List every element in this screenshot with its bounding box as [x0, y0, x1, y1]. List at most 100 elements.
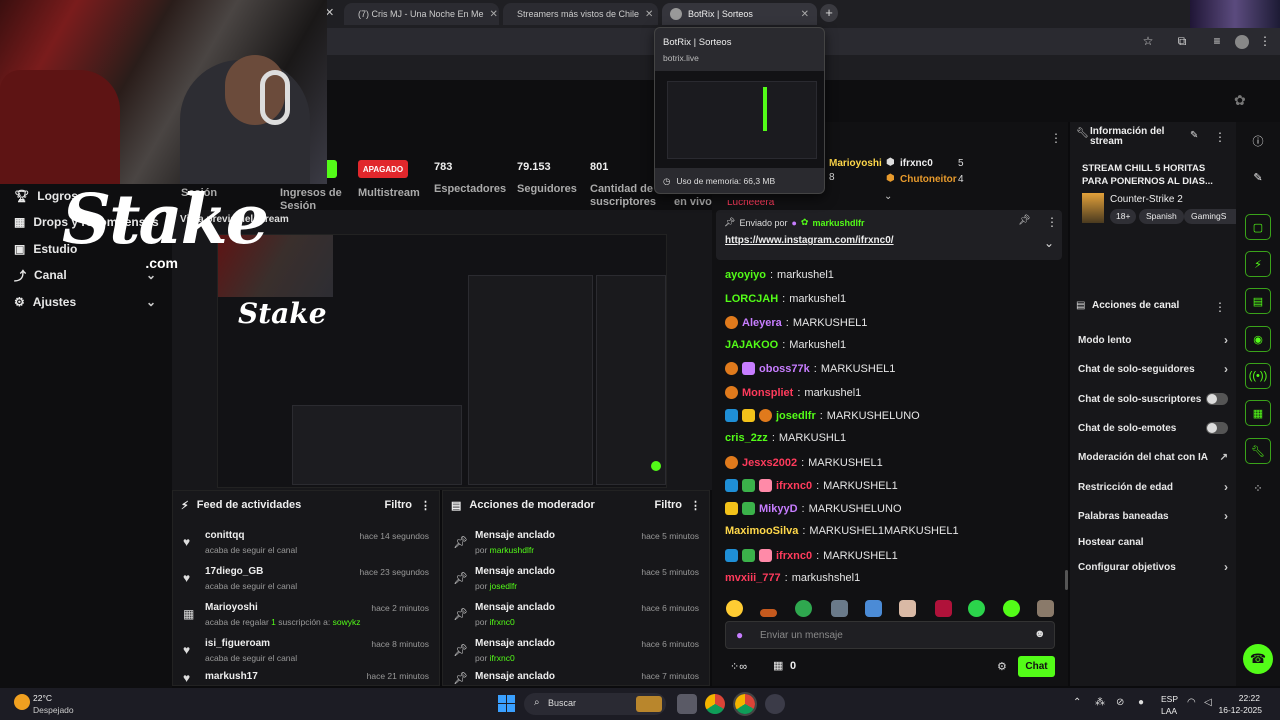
chat-user[interactable]: MikyyD: [759, 503, 798, 515]
emote-icon[interactable]: [831, 600, 848, 617]
action-configurar-objetivos[interactable]: Configurar objetivos ›: [1078, 557, 1228, 577]
emoji-icon[interactable]: ☻: [1034, 628, 1046, 640]
points-icon[interactable]: ⁘∞: [730, 660, 747, 673]
extensions-icon[interactable]: ⧉: [1173, 32, 1191, 50]
chat-user[interactable]: JAJAKOO: [725, 339, 778, 351]
bolt-icon[interactable]: ⚡︎: [1245, 251, 1271, 277]
close-icon[interactable]: ✕: [490, 9, 498, 20]
task-view-icon[interactable]: [677, 694, 697, 714]
sidebar-item-ajustes[interactable]: ⚙ Ajustes ⌄: [14, 292, 156, 312]
top-gifter-name[interactable]: Chutoneitor: [900, 174, 957, 185]
language-code[interactable]: ESP: [1161, 694, 1178, 704]
windows-start-icon[interactable]: [498, 695, 515, 712]
new-tab-button[interactable]: +: [820, 4, 838, 22]
browser-tab-botrix[interactable]: BotRix | Sorteos ✕: [662, 3, 817, 25]
chrome-icon[interactable]: [705, 694, 725, 714]
edit-icon[interactable]: ✎: [1190, 130, 1198, 141]
chat-user[interactable]: LORCJAH: [725, 293, 778, 305]
category-thumbnail[interactable]: [1082, 193, 1104, 223]
media-icon[interactable]: ≡: [1208, 32, 1226, 50]
chat-user[interactable]: ayoyiyo: [725, 269, 766, 281]
star-icon[interactable]: ☆: [1139, 32, 1157, 50]
taskbar-search[interactable]: ⌕ Buscar: [524, 693, 666, 715]
action-hostear-canal[interactable]: Hostear canal: [1078, 532, 1228, 552]
action-solo-emotes[interactable]: Chat de solo-emotes: [1078, 418, 1228, 438]
mod-user[interactable]: markushdlfr: [490, 545, 534, 555]
gift-target[interactable]: sowykz: [333, 617, 361, 627]
store-icon[interactable]: ▦: [773, 659, 783, 672]
clip-icon[interactable]: ▢: [1245, 214, 1271, 240]
emote-icon[interactable]: [795, 600, 812, 617]
chat-input[interactable]: ● Enviar un mensaje ☻: [725, 621, 1055, 649]
mod-user[interactable]: josedlfr: [490, 581, 517, 591]
emote-icon[interactable]: [899, 600, 916, 617]
toggle-switch[interactable]: [1206, 422, 1228, 434]
clock-date[interactable]: 16-12-2025: [1216, 705, 1262, 715]
menu-icon[interactable]: ⋮: [1256, 32, 1274, 50]
broadcast-icon[interactable]: ((•)): [1245, 363, 1271, 389]
stream-preview-video[interactable]: Stake: [217, 234, 667, 488]
top-gifter-name[interactable]: ifrxnc0: [900, 158, 933, 169]
tag[interactable]: GamingS: [1184, 209, 1236, 224]
chat-user[interactable]: Monspliet: [742, 387, 793, 399]
feed-user[interactable]: 17diego_GB: [205, 566, 263, 577]
sidebar-item-canal[interactable]: ⤴ Canal ⌄: [14, 265, 156, 285]
help-button[interactable]: ☎: [1243, 644, 1273, 674]
tag[interactable]: Spanish: [1139, 209, 1184, 224]
emote-icon[interactable]: [760, 609, 777, 617]
chat-user[interactable]: oboss77k: [759, 363, 810, 375]
avatar[interactable]: [1235, 35, 1249, 49]
action-palabras-baneadas[interactable]: Palabras baneadas ›: [1078, 506, 1228, 526]
chrome-profile-icon[interactable]: [733, 692, 757, 716]
wrench-icon[interactable]: 🔧︎: [1245, 438, 1271, 464]
browser-tab-youtube[interactable]: (7) Cris MJ - Una Noche En Me ✕: [344, 3, 499, 25]
emote-icon[interactable]: [935, 600, 952, 617]
mod-user[interactable]: ifrxnc0: [490, 617, 515, 627]
layout-icon[interactable]: ▦: [1245, 400, 1271, 426]
browser-tab-streamers[interactable]: Streamers más vistos de Chile ✕: [503, 3, 658, 25]
chat-user[interactable]: MaximooSilva: [725, 525, 798, 537]
toggle-switch[interactable]: [1206, 393, 1228, 405]
chevron-up-icon[interactable]: ⌃: [1073, 697, 1081, 708]
weather-desc[interactable]: Despejado: [33, 705, 74, 715]
action-solo-seguidores[interactable]: Chat de solo-seguidores ›: [1078, 359, 1228, 379]
document-icon[interactable]: ▤: [1245, 288, 1271, 314]
mic-icon[interactable]: ●: [1138, 697, 1144, 708]
weather-temp[interactable]: 22°C: [33, 693, 52, 703]
chat-user[interactable]: ifrxnc0: [776, 550, 812, 562]
stream-category[interactable]: Counter-Strike 2: [1110, 194, 1183, 205]
top-gifter-name[interactable]: Marioyoshi: [829, 158, 882, 169]
mod-user[interactable]: ifrxnc0: [490, 653, 515, 663]
close-icon[interactable]: ✕: [801, 9, 809, 20]
emote-icon[interactable]: [865, 600, 882, 617]
volume-icon[interactable]: ◁: [1204, 697, 1212, 708]
action-solo-suscriptores[interactable]: Chat de solo-suscriptores: [1078, 389, 1228, 409]
more-icon[interactable]: ⋮: [690, 499, 701, 512]
network-icon[interactable]: ⁂: [1095, 697, 1105, 708]
action-moderacion-ia[interactable]: Moderación del chat con IA ↗: [1078, 447, 1228, 467]
close-icon[interactable]: ✕: [645, 9, 653, 20]
emote-icon[interactable]: [1037, 600, 1054, 617]
unpin-icon[interactable]: 📌︎: [1018, 215, 1031, 226]
chat-user[interactable]: josedlfr: [776, 410, 816, 422]
feed-user[interactable]: markush17: [205, 671, 258, 682]
feed-user[interactable]: conittqq: [205, 530, 244, 541]
tag[interactable]: 18+: [1110, 209, 1137, 224]
pinned-link[interactable]: https://www.instagram.com/ifrxnc0/: [725, 235, 894, 246]
filter-button[interactable]: Filtro: [655, 499, 683, 511]
action-modo-lento[interactable]: Modo lento ›: [1078, 330, 1228, 350]
chevron-down-icon[interactable]: ⌄: [1044, 236, 1054, 250]
emote-icon[interactable]: [968, 600, 985, 617]
chat-icon[interactable]: ◉: [1245, 326, 1271, 352]
chat-user[interactable]: mvxiii_777: [725, 572, 781, 584]
action-restriccion-edad[interactable]: Restricción de edad ›: [1078, 477, 1228, 497]
app-icon[interactable]: [765, 694, 785, 714]
info-icon[interactable]: ⓘ: [1245, 128, 1271, 154]
feed-user[interactable]: Marioyoshi: [205, 602, 258, 613]
chat-user[interactable]: Jesxs2002: [742, 457, 797, 469]
more-icon[interactable]: ⋮: [1050, 131, 1062, 145]
expand-icon[interactable]: ⌄: [884, 191, 892, 202]
multistream-label[interactable]: Multistream: [358, 187, 420, 199]
more-icon[interactable]: ⋮: [420, 499, 431, 512]
chat-user[interactable]: Aleyera: [742, 317, 782, 329]
